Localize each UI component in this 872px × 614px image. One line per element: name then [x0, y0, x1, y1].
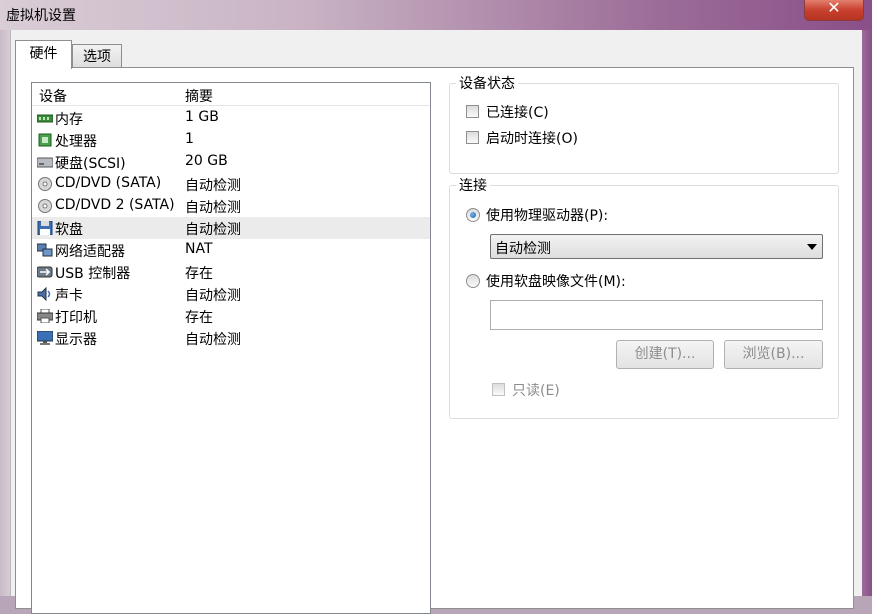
tab-options[interactable]: 选项 — [72, 44, 122, 69]
connection-group: 连接 使用物理驱动器(P): 自动检测 使用软盘映像文件(M): 创建(T)..… — [449, 175, 839, 419]
device-summary: 自动检测 — [185, 200, 241, 216]
usb-icon — [36, 265, 53, 279]
device-row[interactable]: 内存 1 GB — [32, 107, 430, 129]
physical-drive-value: 自动检测 — [495, 241, 551, 257]
device-row[interactable]: USB 控制器 存在 — [32, 261, 430, 283]
radio-selected-dot — [470, 212, 476, 218]
device-row[interactable]: 软盘 自动检测 — [32, 217, 430, 239]
device-summary: 1 — [185, 131, 194, 147]
device-name: CD/DVD (SATA) — [55, 175, 162, 191]
processor-icon — [37, 133, 53, 147]
connection-title: 连接 — [456, 175, 490, 195]
use-image-file-label[interactable]: 使用软盘映像文件(M): — [486, 271, 626, 291]
window-frame-left — [0, 30, 10, 596]
browse-button-label: 浏览(B)... — [742, 346, 805, 362]
device-row[interactable]: 网络适配器 NAT — [32, 239, 430, 261]
device-summary: 自动检测 — [185, 178, 241, 194]
read-only-label[interactable]: 只读(E) — [512, 380, 560, 400]
device-row[interactable]: 声卡 自动检测 — [32, 283, 430, 305]
device-name: 内存 — [55, 112, 83, 128]
window-frame-right — [861, 30, 872, 596]
device-name: CD/DVD 2 (SATA) — [55, 197, 175, 213]
device-name: 打印机 — [55, 310, 97, 326]
cd-dvd-icon — [37, 177, 53, 191]
window-title: 虚拟机设置 — [6, 8, 76, 24]
network-adapter-icon — [36, 243, 53, 257]
harddisk-icon — [36, 155, 54, 169]
create-button[interactable]: 创建(T)... — [616, 340, 714, 369]
tab-hardware-label: 硬件 — [29, 46, 58, 62]
device-row[interactable]: CD/DVD (SATA) 自动检测 — [32, 173, 430, 195]
use-physical-drive-radio[interactable] — [466, 208, 480, 222]
printer-icon — [36, 308, 54, 324]
browse-button[interactable]: 浏览(B)... — [724, 340, 823, 369]
floppy-icon — [37, 220, 53, 236]
tab-hardware[interactable]: 硬件 — [15, 40, 72, 69]
device-name: 网络适配器 — [55, 244, 125, 260]
device-summary: 20 GB — [185, 153, 228, 169]
title-bar[interactable]: 虚拟机设置 ✕ — [0, 0, 872, 30]
close-icon: ✕ — [827, 0, 841, 17]
device-summary: 自动检测 — [185, 288, 241, 304]
connect-at-power-on-checkbox[interactable] — [466, 131, 479, 144]
tab-options-label: 选项 — [83, 49, 111, 65]
dialog-client-area: 硬件 选项 设备 摘要 内存 1 GB 处理器 1 硬盘(SCSI) 20 GB CD/DV… — [10, 30, 862, 614]
sound-card-icon — [37, 286, 53, 302]
close-button[interactable]: ✕ — [804, 0, 864, 21]
device-summary: 自动检测 — [185, 222, 241, 238]
image-file-input[interactable] — [490, 300, 823, 330]
device-summary: 1 GB — [185, 109, 219, 125]
device-row[interactable]: 打印机 存在 — [32, 305, 430, 327]
memory-icon — [36, 111, 54, 125]
device-name: USB 控制器 — [55, 266, 131, 282]
use-image-file-radio[interactable] — [466, 274, 480, 288]
create-button-label: 创建(T)... — [634, 346, 696, 362]
hardware-tab-panel: 设备 摘要 内存 1 GB 处理器 1 硬盘(SCSI) 20 GB CD/DVD (SAT… — [15, 67, 854, 614]
read-only-checkbox[interactable] — [492, 383, 505, 396]
physical-drive-select[interactable]: 自动检测 — [490, 234, 823, 259]
device-summary: 存在 — [185, 310, 213, 326]
device-list[interactable]: 设备 摘要 内存 1 GB 处理器 1 硬盘(SCSI) 20 GB CD/DVD (SAT… — [31, 82, 431, 614]
device-status-title: 设备状态 — [456, 73, 518, 93]
device-summary: 存在 — [185, 266, 213, 282]
device-list-header: 设备 摘要 — [32, 83, 430, 106]
device-status-group: 设备状态 已连接(C) 启动时连接(O) — [449, 73, 839, 174]
device-name: 显示器 — [55, 332, 97, 348]
connect-at-power-on-label[interactable]: 启动时连接(O) — [486, 128, 578, 148]
column-header-device[interactable]: 设备 — [39, 86, 67, 106]
device-summary: 自动检测 — [185, 332, 241, 348]
display-icon — [36, 330, 54, 345]
device-summary: NAT — [185, 241, 213, 257]
device-row[interactable]: CD/DVD 2 (SATA) 自动检测 — [32, 195, 430, 217]
column-header-summary[interactable]: 摘要 — [185, 86, 213, 106]
device-name: 软盘 — [55, 222, 83, 238]
chevron-down-icon — [807, 244, 817, 250]
device-name: 硬盘(SCSI) — [55, 156, 126, 172]
connected-checkbox[interactable] — [466, 105, 479, 118]
device-name: 声卡 — [55, 288, 83, 304]
device-row[interactable]: 处理器 1 — [32, 129, 430, 151]
device-row[interactable]: 显示器 自动检测 — [32, 327, 430, 349]
connected-label[interactable]: 已连接(C) — [486, 102, 549, 122]
device-row[interactable]: 硬盘(SCSI) 20 GB — [32, 151, 430, 173]
device-name: 处理器 — [55, 134, 97, 150]
cd-dvd-icon — [37, 199, 53, 213]
use-physical-drive-label[interactable]: 使用物理驱动器(P): — [486, 205, 608, 225]
